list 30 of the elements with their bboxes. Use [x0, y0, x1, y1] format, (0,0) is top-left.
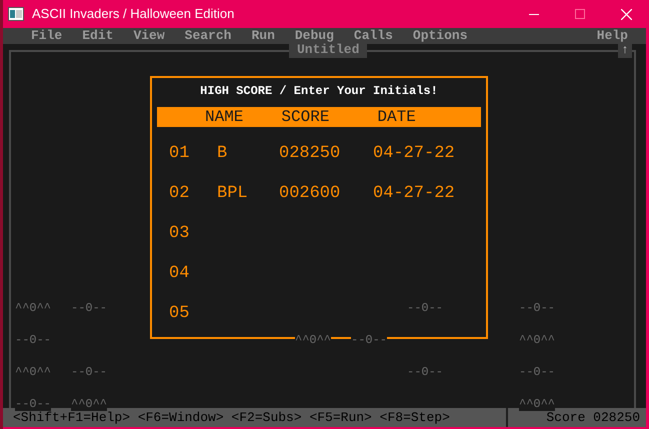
score-display: Score 028250 — [545, 408, 641, 427]
window-title: ASCII Invaders / Halloween Edition — [32, 5, 234, 24]
menu-item[interactable]: Search — [184, 26, 232, 46]
editor-title: Untitled — [289, 42, 368, 58]
app-icon — [8, 7, 24, 21]
rank-cell-text: 02 — [169, 183, 190, 205]
score-cell: 028250 — [279, 144, 340, 163]
rank-cell-text: 04 — [169, 263, 190, 285]
column-header: SCORE — [281, 107, 330, 128]
maximize-icon — [575, 9, 585, 19]
name-cell: B — [217, 144, 228, 163]
name-cell: BPL — [217, 184, 248, 203]
menu-item[interactable]: Run — [251, 26, 275, 46]
column-header: DATE — [377, 107, 416, 128]
date-cell: 04-27-22 — [373, 144, 455, 163]
menu-item[interactable]: File — [31, 26, 62, 46]
menu-item[interactable]: View — [133, 26, 165, 46]
rank-cell-text: 03 — [169, 223, 190, 245]
close-icon — [620, 8, 632, 20]
score-cell: 002600 — [279, 184, 340, 203]
invader: --0-- — [15, 397, 52, 411]
rank-cell-text: 01 — [169, 143, 190, 165]
column-header: NAME — [205, 107, 244, 128]
invader: ^^0^^ — [519, 397, 556, 411]
menu-item[interactable]: Options — [412, 26, 468, 46]
dialog-title: HIGH SCORE / Enter Your Initials! — [200, 83, 438, 99]
invader: ^^0^^ — [71, 397, 108, 411]
menu-item[interactable]: Edit — [82, 26, 114, 46]
rank-cell-text: 05 — [169, 303, 190, 325]
date-cell: 04-27-22 — [373, 184, 455, 203]
